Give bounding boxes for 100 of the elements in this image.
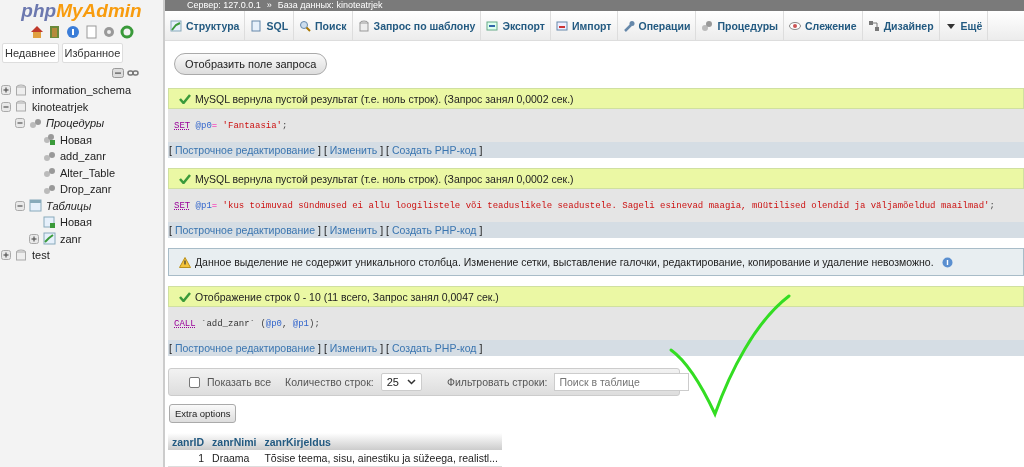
help-icon[interactable] <box>941 256 953 268</box>
bracket: ] <box>317 342 321 354</box>
action-link[interactable]: Построчное редактирование <box>174 224 315 236</box>
table-cell: 1 <box>168 450 209 467</box>
eye-icon <box>789 19 802 32</box>
tree-item[interactable]: Alter_Table <box>60 166 116 179</box>
tab[interactable]: SQL <box>245 11 295 40</box>
filter-label: Фильтровать строки: <box>446 376 548 388</box>
tab[interactable]: Импорт <box>551 11 618 40</box>
tab[interactable]: Слежение <box>784 11 863 40</box>
expand-icon[interactable] <box>29 233 39 244</box>
sql-query: SET @p0= 'Fantaasia'; <box>174 120 288 131</box>
bracket: ] <box>317 224 321 236</box>
exit-door-icon[interactable] <box>47 25 62 39</box>
collapse-icon[interactable] <box>15 200 25 211</box>
database-icon <box>15 248 28 262</box>
message-text: MySQL вернула пустой результат (т.е. ноль строк). (Запрос занял 0,0002 сек.) <box>195 92 574 105</box>
tree-item[interactable]: add_zanr <box>60 150 106 163</box>
tree-item[interactable]: Новая <box>60 133 92 146</box>
wrench-icon <box>622 19 635 32</box>
sql-query: CALL `add_zanr` (@p0, @p1); <box>174 318 320 329</box>
filter-input[interactable]: Поиск в таблице <box>554 373 690 391</box>
tab[interactable]: Процедуры <box>696 11 785 40</box>
sidebar-tab[interactable]: Избранное <box>61 43 124 63</box>
tree-item[interactable]: Новая <box>60 216 92 229</box>
checkbox-label[interactable]: Показать все <box>207 376 272 388</box>
bracket: [ <box>323 342 327 354</box>
gears-icon <box>29 116 42 130</box>
tree-item[interactable]: Drop_zanr <box>60 183 112 196</box>
help-icon[interactable] <box>65 25 80 39</box>
tab[interactable]: Структура <box>165 11 246 40</box>
tree-item[interactable]: Процедуры <box>46 117 105 130</box>
tree-item[interactable]: test <box>32 249 50 262</box>
database-icon <box>357 19 370 32</box>
logo[interactable]: phpMyAdmin <box>0 0 163 22</box>
breadcrumb-link[interactable]: Сервер: 127.0.0.1 <box>187 0 261 11</box>
table-cell: Tõsise teema, sisu, ainestiku ja süžeega, realistl... <box>260 450 502 467</box>
tab[interactable]: Ещё <box>939 11 989 40</box>
tab[interactable]: Операции <box>617 11 697 40</box>
action-link[interactable]: Построчное редактирование <box>174 144 315 156</box>
message-text: Отображение строк 0 - 10 (11 всего, Запрос занял 0,0047 сек.) <box>195 290 499 303</box>
action-link[interactable]: Изменить <box>329 144 378 156</box>
bracket: ] <box>317 144 321 156</box>
column-header[interactable]: zanrNimi <box>208 433 261 450</box>
action-link[interactable]: Создать PHP-код <box>392 144 477 156</box>
tree-item[interactable]: information_schema <box>32 84 132 97</box>
collapse-all-icon[interactable] <box>112 68 124 78</box>
link-icon[interactable] <box>127 68 139 78</box>
home-icon[interactable] <box>29 25 44 39</box>
tree-item[interactable]: Таблицы <box>46 199 92 212</box>
sidebar-tab[interactable]: Недавнее <box>2 43 59 63</box>
import-icon <box>556 19 568 32</box>
tab[interactable]: Поиск <box>294 11 353 40</box>
bracket: ] <box>479 342 483 354</box>
expand-icon[interactable] <box>1 250 11 261</box>
collapse-icon[interactable] <box>1 101 11 112</box>
table-icon <box>43 232 56 246</box>
bracket: ] <box>380 342 384 354</box>
action-link[interactable]: Изменить <box>329 342 378 354</box>
bracket: [ <box>169 144 172 156</box>
tab[interactable]: Дизайнер <box>862 11 940 40</box>
bracket: ] <box>479 224 483 236</box>
collapse-icon[interactable] <box>15 118 25 129</box>
bracket: [ <box>169 342 172 354</box>
document-icon <box>250 19 263 32</box>
rows-label: Количество строк: <box>285 376 374 388</box>
bracket: [ <box>169 224 172 236</box>
search-icon <box>299 19 312 32</box>
gears-icon <box>43 182 56 196</box>
checkbox[interactable] <box>189 376 200 388</box>
action-link[interactable]: Создать PHP-код <box>392 224 477 236</box>
bracket: [ <box>323 224 327 236</box>
extra-options-button[interactable]: Extra options <box>169 404 237 423</box>
checkmark-icon <box>179 93 191 104</box>
tree-item[interactable]: zanr <box>60 232 82 245</box>
column-header[interactable]: zanrKirjeldus <box>260 433 502 450</box>
show-query-button[interactable]: Отобразить поле запроса <box>174 53 328 75</box>
bracket: ] <box>380 224 384 236</box>
action-link[interactable]: Изменить <box>329 224 378 236</box>
rows-select[interactable]: 25 <box>380 373 422 391</box>
action-link[interactable]: Создать PHP-код <box>392 342 477 354</box>
sql-query: SET @p1= 'kus toimuvad sündmused ei allu loogilistele või teaduslikele seadustele. Sageli esinevad maagia, müütilised olendid ja väljamõeldud maailmad'; <box>174 200 995 211</box>
column-header[interactable]: zanrID <box>168 433 209 450</box>
bracket: [ <box>323 144 327 156</box>
tree-item[interactable]: kinoteatrjek <box>32 100 89 113</box>
diagram-icon <box>867 19 880 32</box>
breadcrumb-link[interactable]: База данных: kinoteatrjek <box>277 0 383 11</box>
database-icon <box>15 100 28 114</box>
database-icon <box>15 83 28 97</box>
action-link[interactable]: Построчное редактирование <box>174 342 315 354</box>
structure-icon <box>170 19 182 32</box>
expand-icon[interactable] <box>1 85 11 96</box>
tab[interactable]: Запрос по шаблону <box>352 11 482 40</box>
table-plus-icon <box>43 215 56 229</box>
message-text: MySQL вернула пустой результат (т.е. ноль строк). (Запрос занял 0,0002 сек.) <box>195 172 574 185</box>
bracket: [ <box>386 342 390 354</box>
bracket: [ <box>386 144 390 156</box>
gears-icon <box>701 19 714 32</box>
warning-icon <box>179 256 191 268</box>
tab[interactable]: Экспорт <box>481 11 551 40</box>
